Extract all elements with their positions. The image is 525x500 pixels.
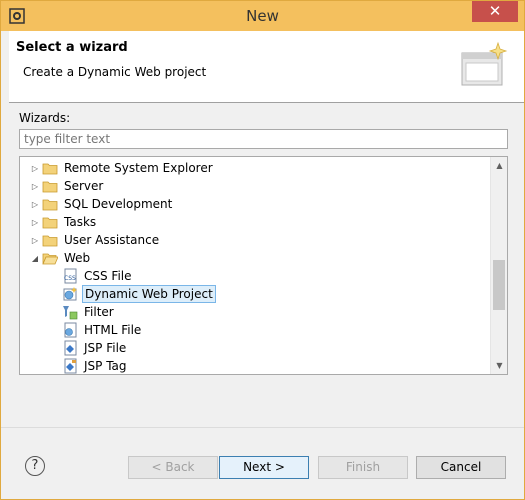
collapsed-arrow-icon[interactable]: ▷	[28, 231, 42, 249]
tree-item[interactable]: ▷ SQL Development	[28, 195, 174, 213]
tree-scrollbar[interactable]: ▲ ▼	[490, 157, 507, 374]
tree-item-label: Remote System Explorer	[64, 161, 213, 175]
tree-item-label: HTML File	[84, 323, 142, 337]
collapsed-arrow-icon[interactable]: ▷	[28, 159, 42, 177]
next-button[interactable]: Next >	[219, 456, 309, 479]
tree-item[interactable]: ▷ Tasks	[28, 213, 98, 231]
folder-icon	[42, 235, 58, 247]
tree-item[interactable]: ◢ Web	[28, 249, 92, 267]
tree-item[interactable]: Filter	[62, 303, 116, 321]
wizard-banner-icon	[461, 41, 508, 86]
tree-item-label: Filter	[84, 305, 114, 319]
css-file-icon: CSS	[64, 268, 77, 284]
tree-item[interactable]: ▷ Remote System Explorer	[28, 159, 215, 177]
cancel-button[interactable]: Cancel	[416, 456, 506, 479]
scroll-thumb[interactable]	[493, 260, 505, 310]
tree-item[interactable]: JSP File	[62, 339, 128, 357]
wizards-label: Wizards:	[19, 111, 71, 125]
help-icon[interactable]: ?	[25, 456, 45, 476]
tree-item-label: Dynamic Web Project	[82, 285, 216, 303]
header-title: Select a wizard	[16, 40, 128, 55]
collapsed-arrow-icon[interactable]: ▷	[28, 177, 42, 195]
tree-item-label: Server	[64, 179, 104, 193]
jsp-tag-icon	[64, 358, 77, 374]
expanded-arrow-icon[interactable]: ◢	[28, 249, 42, 267]
scroll-up-arrow-icon[interactable]: ▲	[491, 157, 507, 174]
new-wizard-dialog: New ✕ Select a wizard Create a Dynamic W…	[0, 0, 525, 500]
window-title: New	[246, 7, 279, 25]
collapsed-arrow-icon[interactable]: ▷	[28, 213, 42, 231]
tree-item-label: JSP File	[84, 341, 127, 355]
header-description: Create a Dynamic Web project	[23, 65, 207, 79]
scroll-down-arrow-icon[interactable]: ▼	[491, 357, 507, 374]
tree-item[interactable]: ▷ User Assistance	[28, 231, 161, 249]
filter-input[interactable]	[19, 129, 508, 149]
folder-icon	[42, 181, 58, 193]
wizard-tree[interactable]: ▷ Remote System Explorer ▷ Server ▷ SQL Devel…	[19, 156, 508, 375]
tree-item-label: Web	[64, 251, 91, 265]
tree-item[interactable]: JSP Tag	[62, 357, 129, 374]
tree-item[interactable]: Dynamic Web Project	[62, 285, 216, 303]
back-button[interactable]: < Back	[128, 456, 218, 479]
close-button[interactable]: ✕	[472, 1, 518, 22]
web-project-icon	[63, 287, 77, 301]
folder-icon	[42, 217, 58, 229]
tree-item[interactable]: CSS CSS File	[62, 267, 134, 285]
folder-open-icon	[42, 253, 58, 265]
tree-item-label: SQL Development	[64, 197, 173, 211]
tree-item[interactable]: ▷ Server	[28, 177, 105, 195]
tree-item-label: Tasks	[64, 215, 97, 229]
collapsed-arrow-icon[interactable]: ▷	[28, 195, 42, 213]
svg-text:CSS: CSS	[64, 275, 76, 282]
tree-item-label: User Assistance	[64, 233, 160, 247]
folder-icon	[42, 199, 58, 211]
finish-button[interactable]: Finish	[318, 456, 408, 479]
html-file-icon	[64, 322, 77, 338]
footer-separator	[1, 427, 524, 428]
tree-item-label: CSS File	[84, 269, 132, 283]
folder-icon	[42, 163, 58, 175]
jsp-file-icon	[64, 340, 77, 356]
filter-icon	[63, 306, 78, 320]
tree-item-label: JSP Tag	[84, 359, 127, 373]
wizard-header: Select a wizard Create a Dynamic Web pro…	[9, 31, 524, 103]
tree-item[interactable]: HTML File	[62, 321, 143, 339]
title-bar[interactable]: New ✕	[1, 1, 524, 31]
